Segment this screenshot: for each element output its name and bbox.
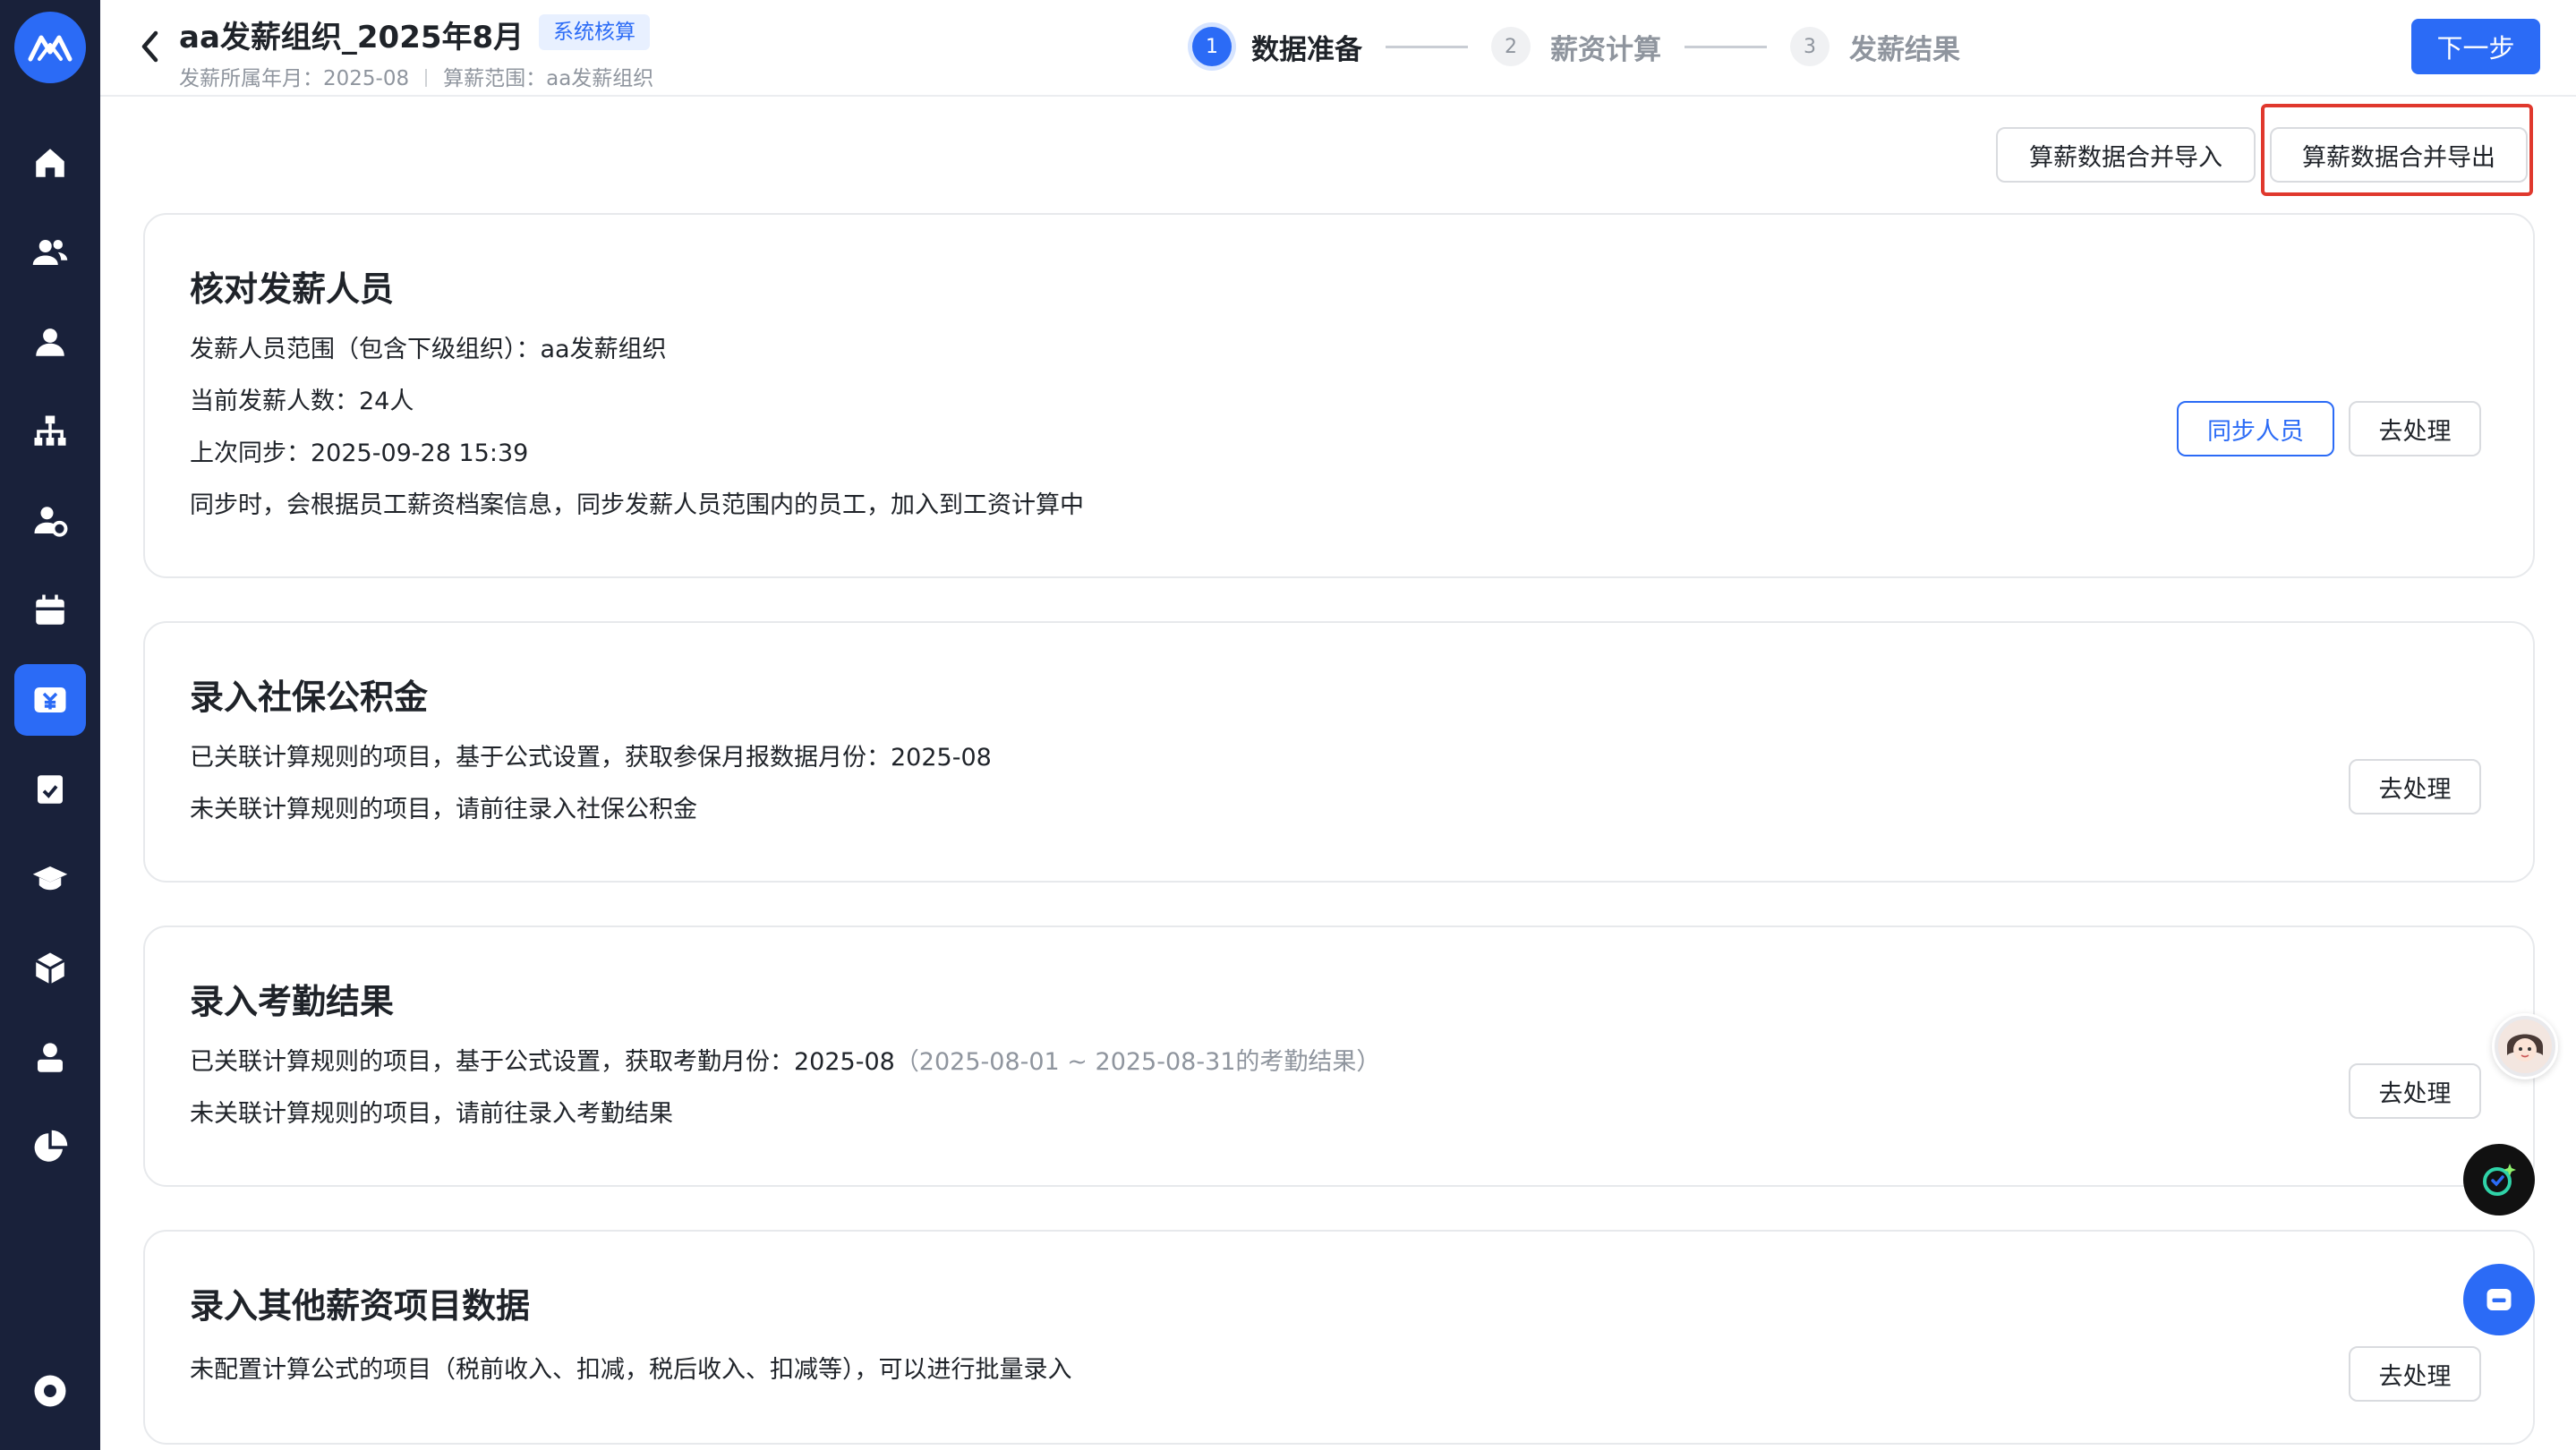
process-button[interactable]: 去处理 bbox=[2349, 759, 2481, 815]
next-step-button[interactable]: 下一步 bbox=[2411, 19, 2540, 74]
sidebar-item-calendar[interactable] bbox=[14, 575, 86, 646]
status-badge: 系统核算 bbox=[539, 14, 650, 50]
back-icon[interactable] bbox=[136, 27, 163, 66]
merge-import-button[interactable]: 算薪数据合并导入 bbox=[1996, 127, 2256, 183]
card-title: 录入社保公积金 bbox=[190, 678, 429, 717]
sidebar-item-person[interactable] bbox=[14, 306, 86, 378]
sidebar-item-assets[interactable] bbox=[14, 933, 86, 1004]
step-label: 数据准备 bbox=[1251, 33, 1362, 66]
process-button[interactable]: 去处理 bbox=[2349, 401, 2481, 456]
divider bbox=[425, 69, 428, 87]
pay-month-text: 发薪所属年月：2025-08 bbox=[179, 67, 410, 90]
page-subtitle: 发薪所属年月：2025-08 算薪范围：aa发薪组织 bbox=[179, 61, 653, 91]
page-title: aa发薪组织_2025年8月 bbox=[179, 20, 525, 55]
sidebar-item-payroll[interactable] bbox=[14, 664, 86, 736]
card-social-insurance: 录入社保公积金 已关联计算规则的项目，基于公式设置，获取参保月报数据月份：202… bbox=[143, 621, 2535, 883]
sidebar-item-training[interactable] bbox=[14, 843, 86, 915]
card-other-salary-items: 录入其他薪资项目数据 未配置计算公式的项目（税前收入、扣减，税后收入、扣减等），… bbox=[143, 1230, 2535, 1445]
home-icon bbox=[36, 149, 64, 177]
sidebar-item-settings[interactable] bbox=[14, 1355, 86, 1427]
user-card-icon bbox=[38, 1043, 63, 1072]
graduation-cap-icon bbox=[32, 866, 68, 891]
avatar-icon bbox=[2498, 1019, 2552, 1073]
pie-chart-icon bbox=[34, 1130, 68, 1162]
linked-rule-text: 已关联计算规则的项目，基于公式设置，获取考勤月份：2025-08（2025-08… bbox=[190, 1042, 1380, 1077]
sidebar-item-reports[interactable] bbox=[14, 1112, 86, 1183]
last-sync-text: 上次同步：2025-09-28 15:39 bbox=[190, 439, 529, 467]
step-pay-result[interactable]: 3 发薪结果 bbox=[1790, 27, 1960, 67]
highlight-annotation bbox=[2261, 104, 2533, 196]
batch-entry-text: 未配置计算公式的项目（税前收入、扣减，税后收入、扣减等），可以进行批量录入 bbox=[190, 1356, 1072, 1384]
sidebar-item-user-add[interactable] bbox=[14, 485, 86, 557]
org-chart-icon bbox=[34, 415, 66, 446]
sync-hint-text: 同步时，会根据员工薪资档案信息，同步发薪人员范围内的员工，加入到工资计算中 bbox=[190, 491, 1084, 519]
card-title: 核对发薪人员 bbox=[190, 269, 395, 309]
step-data-prep[interactable]: 1 数据准备 bbox=[1192, 27, 1362, 67]
payroll-icon bbox=[34, 687, 66, 712]
document-check-icon bbox=[38, 775, 63, 804]
app-logo[interactable] bbox=[14, 12, 86, 83]
step-number: 2 bbox=[1491, 27, 1531, 66]
person-icon bbox=[36, 328, 64, 356]
step-salary-calc[interactable]: 2 薪资计算 bbox=[1491, 27, 1661, 67]
step-number: 3 bbox=[1790, 27, 1830, 66]
sidebar-item-profile[interactable] bbox=[14, 1022, 86, 1094]
payee-scope-text: 发薪人员范围（包含下级组织）：aa发薪组织 bbox=[190, 336, 667, 363]
stepper: 1 数据准备 2 薪资计算 3 发薪结果 bbox=[1192, 23, 1960, 70]
attendance-month-text: 已关联计算规则的项目，基于公式设置，获取考勤月份：2025-08 bbox=[190, 1048, 895, 1076]
sync-staff-button[interactable]: 同步人员 bbox=[2177, 401, 2334, 456]
process-button[interactable]: 去处理 bbox=[2349, 1346, 2481, 1402]
linked-rule-text: 已关联计算规则的项目，基于公式设置，获取参保月报数据月份：2025-08 bbox=[190, 744, 992, 772]
chat-icon bbox=[2486, 1289, 2512, 1310]
card-title: 录入其他薪资项目数据 bbox=[190, 1286, 531, 1326]
cube-icon bbox=[35, 952, 65, 985]
pay-scope-text: 算薪范围：aa发薪组织 bbox=[443, 67, 654, 90]
payee-count-text: 当前发薪人数：24人 bbox=[190, 388, 414, 415]
sidebar-item-team[interactable] bbox=[14, 217, 86, 288]
ai-assistant-button[interactable] bbox=[2463, 1144, 2535, 1215]
unlinked-rule-text: 未关联计算规则的项目，请前往录入社保公积金 bbox=[190, 796, 697, 823]
page-header: aa发薪组织_2025年8月 系统核算 发薪所属年月：2025-08 算薪范围：a… bbox=[100, 0, 2576, 97]
main-content: aa发薪组织_2025年8月 系统核算 发薪所属年月：2025-08 算薪范围：a… bbox=[100, 0, 2576, 1450]
step-number: 1 bbox=[1192, 27, 1232, 66]
step-connector bbox=[1685, 45, 1767, 48]
users-icon bbox=[32, 240, 68, 265]
sidebar-item-home[interactable] bbox=[14, 127, 86, 199]
settings-icon bbox=[34, 1375, 66, 1407]
sidebar-item-approval[interactable] bbox=[14, 754, 86, 825]
card-verify-payees: 核对发薪人员 发薪人员范围（包含下级组织）：aa发薪组织 当前发薪人数：24人 … bbox=[143, 213, 2535, 578]
chat-button[interactable] bbox=[2463, 1264, 2535, 1335]
step-label: 发薪结果 bbox=[1849, 33, 1960, 66]
attendance-range-text: （2025-08-01 ~ 2025-08-31的考勤结果） bbox=[894, 1048, 1381, 1076]
card-attendance: 录入考勤结果 已关联计算规则的项目，基于公式设置，获取考勤月份：2025-08（… bbox=[143, 925, 2535, 1187]
ai-sparkle-icon bbox=[2483, 1164, 2516, 1196]
assistant-avatar[interactable] bbox=[2492, 1013, 2558, 1079]
process-button[interactable]: 去处理 bbox=[2349, 1063, 2481, 1119]
step-connector bbox=[1386, 45, 1468, 48]
logo-icon bbox=[28, 35, 73, 62]
calendar-icon bbox=[36, 594, 64, 625]
unlinked-rule-text: 未关联计算规则的项目，请前往录入考勤结果 bbox=[190, 1100, 673, 1128]
card-title: 录入考勤结果 bbox=[190, 982, 395, 1021]
user-settings-icon bbox=[34, 507, 68, 537]
sidebar-item-org[interactable] bbox=[14, 396, 86, 467]
sidebar bbox=[0, 0, 100, 1450]
step-label: 薪资计算 bbox=[1550, 33, 1661, 66]
